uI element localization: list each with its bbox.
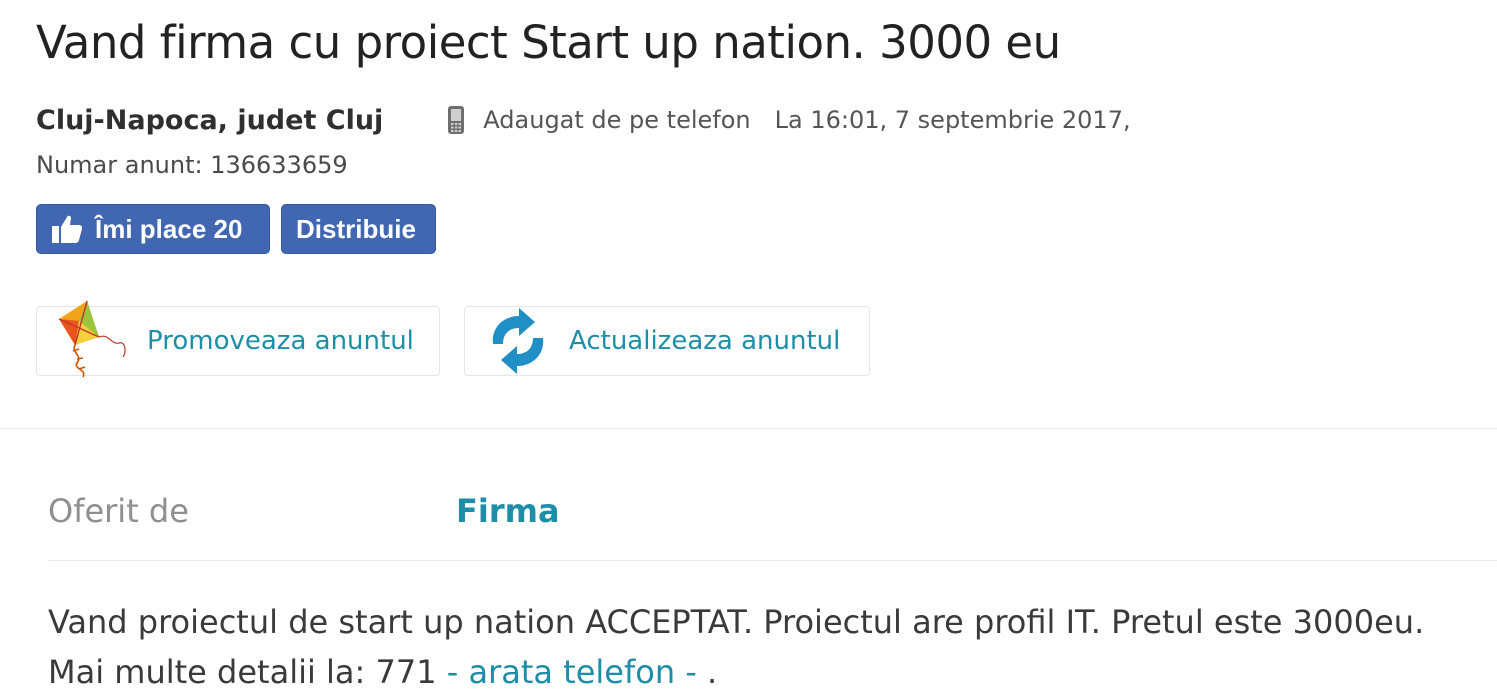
facebook-share-button[interactable]: Distribuie <box>281 204 436 254</box>
description-end: . <box>696 652 718 691</box>
listing-meta: Cluj-Napoca, judet Cluj Adaugat de pe te… <box>36 100 1131 140</box>
offered-by-row: Oferit de Firma <box>48 480 1497 561</box>
added-from-phone-text: Adaugat de pe telefon <box>483 106 751 134</box>
listing-location: Cluj-Napoca, judet Cluj <box>36 104 384 136</box>
offered-by-value[interactable]: Firma <box>456 492 560 530</box>
offered-by-label: Oferit de <box>48 492 189 530</box>
refresh-ad-label: Actualizeaza anuntul <box>569 326 841 356</box>
listing-page: Vand firma cu proiect Start up nation. 3… <box>0 0 1497 700</box>
refresh-icon <box>492 308 544 374</box>
refresh-ad-button[interactable]: Actualizeaza anuntul <box>464 306 870 376</box>
section-divider <box>0 428 1497 429</box>
listing-title: Vand firma cu proiect Start up nation. 3… <box>36 16 1061 69</box>
share-label: Distribuie <box>296 213 416 244</box>
like-label: Îmi place 20 <box>95 213 243 244</box>
promote-ad-label: Promoveaza anuntul <box>147 326 414 356</box>
description-text: Vand proiectul de start up nation ACCEPT… <box>48 603 1425 691</box>
kite-icon <box>58 300 126 378</box>
ad-number: Numar anunt: 136633659 <box>36 151 348 179</box>
listing-date: La 16:01, 7 septembrie 2017, <box>774 106 1131 134</box>
listing-description: Vand proiectul de start up nation ACCEPT… <box>48 598 1488 697</box>
promote-ad-button[interactable]: Promoveaza anuntul <box>36 300 440 378</box>
thumbs-up-icon <box>52 215 83 243</box>
facebook-like-button[interactable]: Îmi place 20 <box>36 204 270 254</box>
show-phone-link[interactable]: - arata telefon - <box>447 653 697 691</box>
mobile-phone-icon <box>445 105 467 135</box>
social-buttons: Îmi place 20 Distribuie <box>36 204 436 254</box>
listing-actions: Promoveaza anuntul Actualizeaza anuntul <box>36 300 870 378</box>
